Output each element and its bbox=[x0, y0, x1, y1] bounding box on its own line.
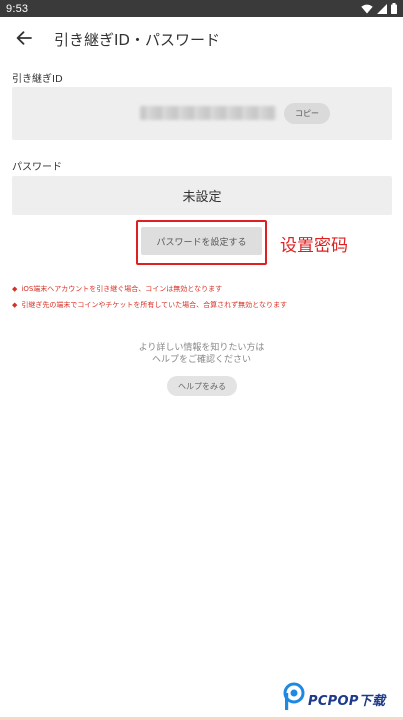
app-bar: 引き継ぎID・パスワード bbox=[0, 17, 403, 61]
warning-text: iOS端末へアカウントを引き継ぐ場合、コインは無効となります bbox=[21, 285, 223, 293]
page-title: 引き継ぎID・パスワード bbox=[54, 30, 220, 49]
copy-button[interactable]: コピー bbox=[284, 103, 330, 124]
warning-text: 引継ぎ先の端末でコインやチケットを所有していた場合、合算されず無効となります bbox=[21, 301, 287, 309]
password-status: 未設定 bbox=[182, 190, 222, 205]
help-button[interactable]: ヘルプをみる bbox=[167, 376, 237, 396]
watermark: PCPOP下载 bbox=[282, 682, 402, 716]
wifi-icon bbox=[361, 4, 373, 14]
password-label: パスワード bbox=[12, 162, 62, 173]
help-text-line2: ヘルプをご確認ください bbox=[151, 355, 251, 365]
back-button[interactable] bbox=[12, 27, 36, 51]
signal-icon bbox=[377, 3, 387, 14]
transfer-id-value-redacted bbox=[140, 106, 276, 120]
password-panel: 未設定 bbox=[12, 176, 392, 215]
warning-item: ◆ 引継ぎ先の端末でコインやチケットを所有していた場合、合算されず無効となります bbox=[12, 300, 287, 310]
transfer-id-label: 引き継ぎID bbox=[12, 74, 63, 85]
status-time: 9:53 bbox=[6, 2, 29, 15]
diamond-bullet-icon: ◆ bbox=[12, 285, 18, 293]
set-password-button[interactable]: パスワードを設定する bbox=[141, 227, 262, 255]
battery-icon bbox=[391, 3, 397, 14]
status-icons bbox=[361, 3, 397, 14]
arrow-left-icon bbox=[16, 30, 32, 49]
status-bar: 9:53 bbox=[0, 0, 403, 17]
pcpop-logo-icon bbox=[282, 682, 306, 716]
transfer-id-panel: コピー bbox=[12, 87, 392, 140]
diamond-bullet-icon: ◆ bbox=[12, 301, 18, 309]
annotation-label: 设置密码 bbox=[280, 236, 348, 256]
watermark-text: PCPOP下载 bbox=[308, 693, 386, 709]
warning-item: ◆ iOS端末へアカウントを引き継ぐ場合、コインは無効となります bbox=[12, 284, 222, 294]
